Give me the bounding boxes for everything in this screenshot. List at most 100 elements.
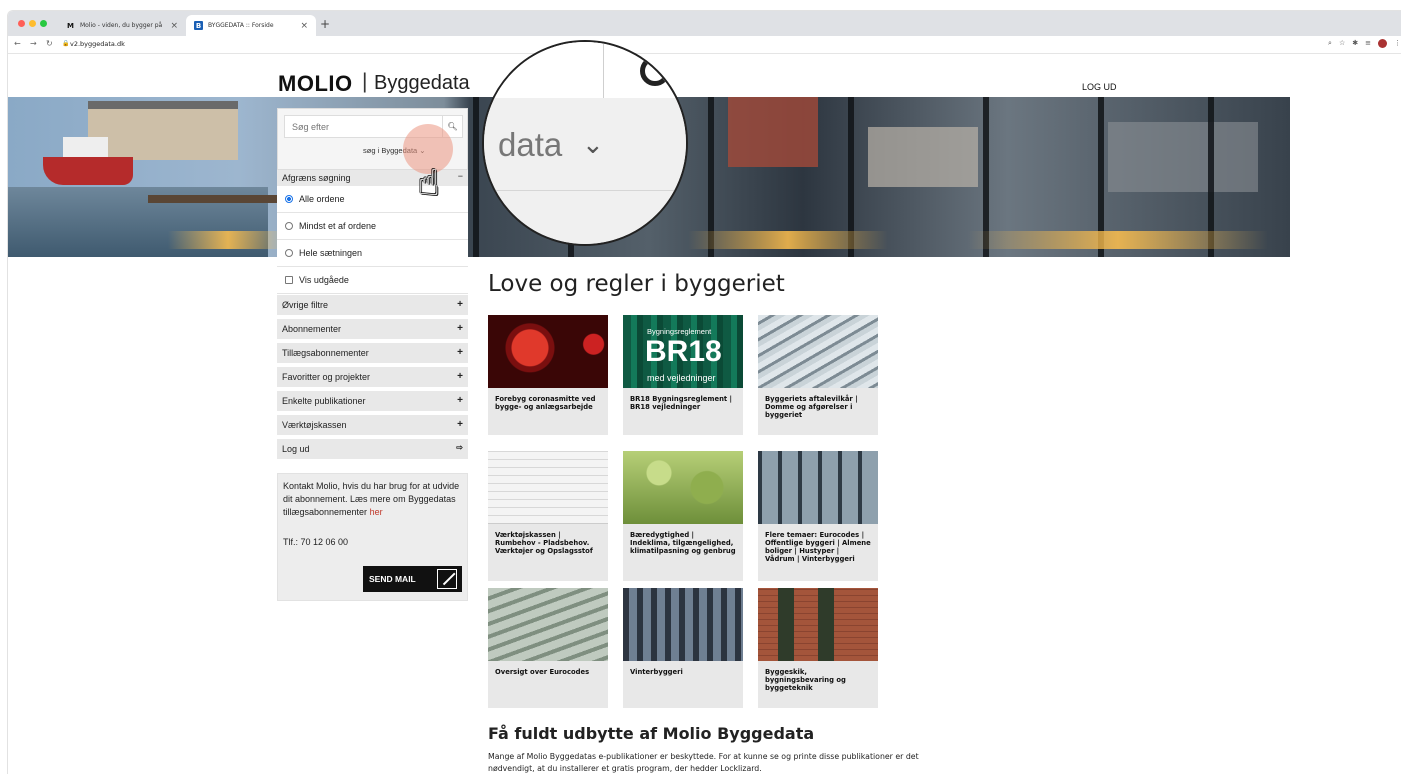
magnifier-search-box	[484, 42, 604, 100]
contact-phone: Tlf.: 70 12 06 00	[283, 537, 349, 547]
back-icon[interactable]: ←	[14, 39, 21, 48]
card-overlay-sub: med vejledninger	[647, 373, 716, 383]
byggedata-favicon-icon: B	[194, 21, 203, 30]
card-caption: Oversigt over Eurocodes	[495, 668, 590, 676]
logo-brand[interactable]: MOLIO	[278, 71, 353, 97]
contact-box: Kontakt Molio, hvis du har brug for at u…	[277, 473, 468, 601]
send-mail-button[interactable]: SEND MAIL	[363, 566, 462, 592]
profile-avatar-icon[interactable]	[1378, 39, 1387, 48]
radio-icon[interactable]	[285, 249, 293, 257]
bookmark-star-icon[interactable]: ☆	[1339, 39, 1345, 48]
card-br18[interactable]: Bygningsreglement BR18 med vejledninger …	[623, 315, 743, 435]
maximize-window-icon[interactable]	[40, 20, 47, 27]
section-subtitle: Få fuldt udbytte af Molio Byggedata	[488, 724, 815, 743]
hero-dock	[148, 195, 278, 203]
accordion-subscriptions[interactable]: Abonnementer +	[277, 319, 468, 341]
sidebar-logout[interactable]: Log ud ⇨	[277, 439, 468, 461]
hero-warehouse	[88, 105, 238, 160]
extensions-icon[interactable]: ✱	[1352, 39, 1358, 48]
hero-building	[868, 127, 978, 187]
card-eurocodes[interactable]: Oversigt over Eurocodes	[488, 588, 608, 708]
checkbox-icon[interactable]	[285, 276, 293, 284]
card-corona[interactable]: Forebyg coronasmitte ved bygge- og anlæg…	[488, 315, 608, 435]
accordion-single-publications[interactable]: Enkelte publikationer +	[277, 391, 468, 413]
chevron-down-icon: ⌄	[582, 130, 604, 160]
card-image	[623, 588, 743, 661]
expand-icon[interactable]: +	[457, 323, 463, 334]
magnifier-scope-area	[484, 98, 686, 244]
logout-link[interactable]: LOG UD	[1082, 82, 1117, 92]
card-caption: Vinterbyggeri	[630, 668, 683, 676]
zoom-icon[interactable]: ⌕	[1328, 39, 1332, 48]
site-header: MOLIO | Byggedata LOG UD	[8, 55, 1401, 97]
card-winter[interactable]: Vinterbyggeri	[623, 588, 743, 708]
card-caption: Bæredygtighed | Indeklima, tilgængelighe…	[630, 531, 736, 555]
hero-ship	[43, 157, 133, 185]
expand-icon[interactable]: +	[457, 419, 463, 430]
expand-icon[interactable]: +	[457, 299, 463, 310]
forward-icon[interactable]: →	[30, 39, 37, 48]
accordion-label: Værktøjskassen	[282, 420, 347, 430]
card-toolbox[interactable]: Værktøjskassen | Rumbehov - Pladsbehov. …	[488, 451, 608, 581]
address-bar: ← → ↻ 🔒 v2.byggedata.dk ⌕ ☆ ✱ ≡ ⋮	[8, 36, 1401, 54]
card-overlay-big: BR18	[645, 335, 722, 368]
radio-label: Hele sætningen	[299, 248, 363, 258]
hero-light-glow	[688, 231, 888, 249]
menu-icon[interactable]: ⋮	[1394, 39, 1401, 48]
radio-icon[interactable]	[285, 222, 293, 230]
browser-window: M Molio - viden, du bygger på × B BYGGED…	[7, 10, 1401, 774]
tab-label: BYGGEDATA :: Forside	[208, 22, 274, 29]
accordion-label: Tillægsabonnementer	[282, 348, 369, 358]
radio-exact-phrase[interactable]: Hele sætningen	[277, 240, 468, 267]
hero-warehouse-roof	[88, 101, 238, 109]
accordion-label: Favoritter og projekter	[282, 372, 371, 382]
close-tab-icon[interactable]: ×	[300, 21, 308, 31]
tab-molio[interactable]: M Molio - viden, du bygger på ×	[58, 15, 186, 36]
card-caption: BR18 Bygningsreglement | BR18 vejledning…	[630, 395, 733, 411]
url-field[interactable]: v2.byggedata.dk	[70, 40, 125, 48]
radio-any-word[interactable]: Mindst et af ordene	[277, 213, 468, 240]
radio-label: Alle ordene	[299, 194, 345, 204]
page-title: Love og regler i byggeriet	[488, 271, 785, 297]
card-agreements[interactable]: Byggeriets aftalevilkår | Domme og afgør…	[758, 315, 878, 435]
expand-icon[interactable]: +	[457, 347, 463, 358]
expand-icon[interactable]: +	[457, 371, 463, 382]
checkbox-show-expired[interactable]: Vis udgåede	[277, 267, 468, 294]
card-caption: Forebyg coronasmitte ved bygge- og anlæg…	[495, 395, 596, 411]
logo-product[interactable]: Byggedata	[374, 72, 470, 95]
close-tab-icon[interactable]: ×	[170, 21, 178, 31]
tab-byggedata[interactable]: B BYGGEDATA :: Forside ×	[186, 15, 316, 36]
tab-label: Molio - viden, du bygger på	[80, 22, 163, 29]
contact-link[interactable]: her	[370, 507, 383, 517]
collapse-icon[interactable]: −	[458, 171, 463, 181]
accordion-toolbox[interactable]: Værktøjskassen +	[277, 415, 468, 437]
card-more-themes[interactable]: Flere temaer: Eurocodes | Offentlige byg…	[758, 451, 878, 581]
minimize-window-icon[interactable]	[29, 20, 36, 27]
hero-light-glow	[968, 231, 1268, 249]
card-building-tradition[interactable]: Byggeskik, bygningsbevaring og byggetekn…	[758, 588, 878, 708]
accordion-addon-subscriptions[interactable]: Tillægsabonnementer +	[277, 343, 468, 365]
logo-separator: |	[362, 70, 368, 93]
new-tab-icon[interactable]: +	[320, 17, 330, 31]
accordion-label: Enkelte publikationer	[282, 396, 366, 406]
radio-label: Mindst et af ordene	[299, 221, 377, 231]
card-caption: Byggeriets aftalevilkår | Domme og afgør…	[765, 395, 858, 419]
hero-ship-cabin	[63, 137, 108, 159]
accordion-favorites[interactable]: Favoritter og projekter +	[277, 367, 468, 389]
hero-building	[1108, 122, 1258, 192]
accordion-label: Øvrige filtre	[282, 300, 329, 310]
card-image: Bygningsreglement BR18 med vejledninger	[623, 315, 743, 388]
close-window-icon[interactable]	[18, 20, 25, 27]
magnifier-divider	[484, 190, 686, 191]
radio-selected-icon[interactable]	[285, 195, 293, 203]
card-image	[758, 451, 878, 524]
accordion-other-filters[interactable]: Øvrige filtre +	[277, 295, 468, 317]
card-image	[623, 451, 743, 524]
expand-icon[interactable]: +	[457, 395, 463, 406]
hero-window-frame	[473, 97, 479, 257]
lock-icon: 🔒	[62, 40, 70, 47]
reload-icon[interactable]: ↻	[46, 39, 53, 48]
reading-list-icon[interactable]: ≡	[1365, 39, 1371, 48]
card-sustainability[interactable]: Bæredygtighed | Indeklima, tilgængelighe…	[623, 451, 743, 581]
logout-icon[interactable]: ⇨	[456, 443, 463, 452]
